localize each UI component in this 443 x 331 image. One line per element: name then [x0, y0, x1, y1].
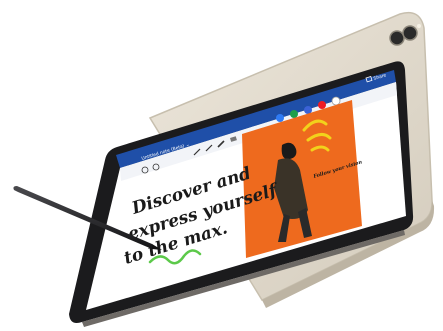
tablet-scene: Untitled note (Beta) ⌄ Share Follow your… — [13, 11, 435, 327]
camera-lens-icon — [402, 25, 418, 41]
pen-color-swatch[interactable] — [331, 96, 341, 106]
camera-lens-icon — [389, 30, 405, 46]
camera-flash-icon — [417, 24, 421, 28]
pen-color-swatch[interactable] — [290, 110, 298, 118]
pen-color-swatch[interactable] — [318, 101, 326, 109]
pen-color-swatch[interactable] — [276, 114, 284, 122]
